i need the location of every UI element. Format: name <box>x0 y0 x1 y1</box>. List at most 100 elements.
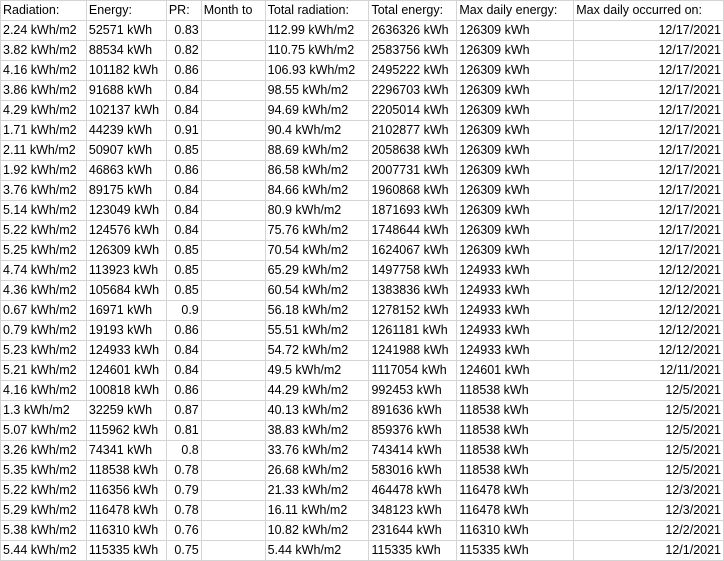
cell-radiation[interactable]: 4.74 kWh/m2 <box>0 260 87 281</box>
cell-max-daily-occurred-on[interactable]: 12/12/2021 <box>573 340 724 361</box>
cell-radiation[interactable]: 5.22 kWh/m2 <box>0 480 87 501</box>
cell-month-to[interactable] <box>200 200 266 221</box>
cell-radiation[interactable]: 4.16 kWh/m2 <box>0 60 87 81</box>
cell-radiation[interactable]: 5.07 kWh/m2 <box>0 420 87 441</box>
cell-total-radiation[interactable]: 16.11 kWh/m2 <box>264 500 370 521</box>
cell-energy[interactable]: 118538 kWh <box>85 460 167 481</box>
cell-max-daily-energy[interactable]: 126309 kWh <box>456 120 575 141</box>
cell-energy[interactable]: 116356 kWh <box>85 480 167 501</box>
cell-total-energy[interactable]: 1497758 kWh <box>368 260 458 281</box>
cell-energy[interactable]: 19193 kWh <box>85 320 167 341</box>
cell-energy[interactable]: 116478 kWh <box>85 500 167 521</box>
cell-month-to[interactable] <box>200 60 266 81</box>
cell-month-to[interactable] <box>200 220 266 241</box>
cell-total-radiation[interactable]: 44.29 kWh/m2 <box>264 380 370 401</box>
cell-month-to[interactable] <box>200 420 266 441</box>
cell-total-radiation[interactable]: 40.13 kWh/m2 <box>264 400 370 421</box>
cell-max-daily-occurred-on[interactable]: 12/17/2021 <box>573 180 724 201</box>
cell-energy[interactable]: 124601 kWh <box>85 360 167 381</box>
cell-radiation[interactable]: 0.67 kWh/m2 <box>0 300 87 321</box>
cell-radiation[interactable]: 3.82 kWh/m2 <box>0 40 87 61</box>
header-radiation[interactable]: Radiation: <box>0 0 87 21</box>
cell-total-energy[interactable]: 1871693 kWh <box>368 200 458 221</box>
cell-total-radiation[interactable]: 54.72 kWh/m2 <box>264 340 370 361</box>
cell-total-energy[interactable]: 583016 kWh <box>368 460 458 481</box>
cell-max-daily-energy[interactable]: 115335 kWh <box>456 540 575 561</box>
header-total-radiation[interactable]: Total radiation: <box>264 0 370 21</box>
cell-pr[interactable]: 0.87 <box>165 400 202 421</box>
cell-radiation[interactable]: 4.16 kWh/m2 <box>0 380 87 401</box>
cell-radiation[interactable]: 5.21 kWh/m2 <box>0 360 87 381</box>
cell-total-energy[interactable]: 2583756 kWh <box>368 40 458 61</box>
cell-month-to[interactable] <box>200 140 266 161</box>
cell-energy[interactable]: 101182 kWh <box>85 60 167 81</box>
cell-total-energy[interactable]: 1241988 kWh <box>368 340 458 361</box>
cell-pr[interactable]: 0.84 <box>165 180 202 201</box>
cell-pr[interactable]: 0.76 <box>165 520 202 541</box>
cell-total-radiation[interactable]: 75.76 kWh/m2 <box>264 220 370 241</box>
cell-energy[interactable]: 123049 kWh <box>85 200 167 221</box>
cell-pr[interactable]: 0.85 <box>165 240 202 261</box>
cell-total-radiation[interactable]: 88.69 kWh/m2 <box>264 140 370 161</box>
header-pr[interactable]: PR: <box>165 0 202 21</box>
cell-energy[interactable]: 46863 kWh <box>85 160 167 181</box>
cell-max-daily-energy[interactable]: 126309 kWh <box>456 20 575 41</box>
cell-total-radiation[interactable]: 112.99 kWh/m2 <box>264 20 370 41</box>
cell-radiation[interactable]: 5.35 kWh/m2 <box>0 460 87 481</box>
cell-max-daily-energy[interactable]: 126309 kWh <box>456 180 575 201</box>
cell-total-radiation[interactable]: 86.58 kWh/m2 <box>264 160 370 181</box>
cell-total-radiation[interactable]: 5.44 kWh/m2 <box>264 540 370 561</box>
cell-max-daily-occurred-on[interactable]: 12/17/2021 <box>573 100 724 121</box>
cell-total-radiation[interactable]: 70.54 kWh/m2 <box>264 240 370 261</box>
cell-max-daily-occurred-on[interactable]: 12/17/2021 <box>573 20 724 41</box>
cell-radiation[interactable]: 3.76 kWh/m2 <box>0 180 87 201</box>
cell-month-to[interactable] <box>200 400 266 421</box>
cell-max-daily-occurred-on[interactable]: 12/17/2021 <box>573 160 724 181</box>
cell-pr[interactable]: 0.82 <box>165 40 202 61</box>
cell-month-to[interactable] <box>200 120 266 141</box>
cell-month-to[interactable] <box>200 240 266 261</box>
cell-max-daily-energy[interactable]: 116478 kWh <box>456 480 575 501</box>
cell-radiation[interactable]: 3.86 kWh/m2 <box>0 80 87 101</box>
cell-max-daily-occurred-on[interactable]: 12/17/2021 <box>573 80 724 101</box>
cell-energy[interactable]: 105684 kWh <box>85 280 167 301</box>
cell-month-to[interactable] <box>200 360 266 381</box>
cell-total-energy[interactable]: 348123 kWh <box>368 500 458 521</box>
cell-total-energy[interactable]: 464478 kWh <box>368 480 458 501</box>
cell-month-to[interactable] <box>200 20 266 41</box>
cell-total-radiation[interactable]: 94.69 kWh/m2 <box>264 100 370 121</box>
cell-max-daily-occurred-on[interactable]: 12/1/2021 <box>573 540 724 561</box>
cell-pr[interactable]: 0.86 <box>165 380 202 401</box>
cell-total-energy[interactable]: 1117054 kWh <box>368 360 458 381</box>
cell-energy[interactable]: 32259 kWh <box>85 400 167 421</box>
cell-radiation[interactable]: 2.11 kWh/m2 <box>0 140 87 161</box>
cell-radiation[interactable]: 2.24 kWh/m2 <box>0 20 87 41</box>
cell-max-daily-energy[interactable]: 126309 kWh <box>456 160 575 181</box>
cell-total-energy[interactable]: 1748644 kWh <box>368 220 458 241</box>
cell-pr[interactable]: 0.84 <box>165 200 202 221</box>
cell-max-daily-occurred-on[interactable]: 12/3/2021 <box>573 500 724 521</box>
cell-energy[interactable]: 102137 kWh <box>85 100 167 121</box>
cell-month-to[interactable] <box>200 520 266 541</box>
cell-max-daily-energy[interactable]: 126309 kWh <box>456 60 575 81</box>
cell-pr[interactable]: 0.8 <box>165 440 202 461</box>
cell-month-to[interactable] <box>200 280 266 301</box>
cell-max-daily-energy[interactable]: 124933 kWh <box>456 340 575 361</box>
cell-radiation[interactable]: 1.3 kWh/m2 <box>0 400 87 421</box>
cell-total-energy[interactable]: 2495222 kWh <box>368 60 458 81</box>
cell-max-daily-occurred-on[interactable]: 12/5/2021 <box>573 420 724 441</box>
cell-total-energy[interactable]: 1261181 kWh <box>368 320 458 341</box>
cell-max-daily-energy[interactable]: 126309 kWh <box>456 200 575 221</box>
cell-energy[interactable]: 100818 kWh <box>85 380 167 401</box>
cell-max-daily-energy[interactable]: 124933 kWh <box>456 300 575 321</box>
cell-pr[interactable]: 0.91 <box>165 120 202 141</box>
cell-total-radiation[interactable]: 90.4 kWh/m2 <box>264 120 370 141</box>
cell-radiation[interactable]: 5.44 kWh/m2 <box>0 540 87 561</box>
cell-pr[interactable]: 0.9 <box>165 300 202 321</box>
cell-radiation[interactable]: 5.25 kWh/m2 <box>0 240 87 261</box>
cell-total-energy[interactable]: 1383836 kWh <box>368 280 458 301</box>
cell-pr[interactable]: 0.84 <box>165 80 202 101</box>
cell-energy[interactable]: 50907 kWh <box>85 140 167 161</box>
header-month-to[interactable]: Month to <box>200 0 266 21</box>
cell-total-energy[interactable]: 2636326 kWh <box>368 20 458 41</box>
